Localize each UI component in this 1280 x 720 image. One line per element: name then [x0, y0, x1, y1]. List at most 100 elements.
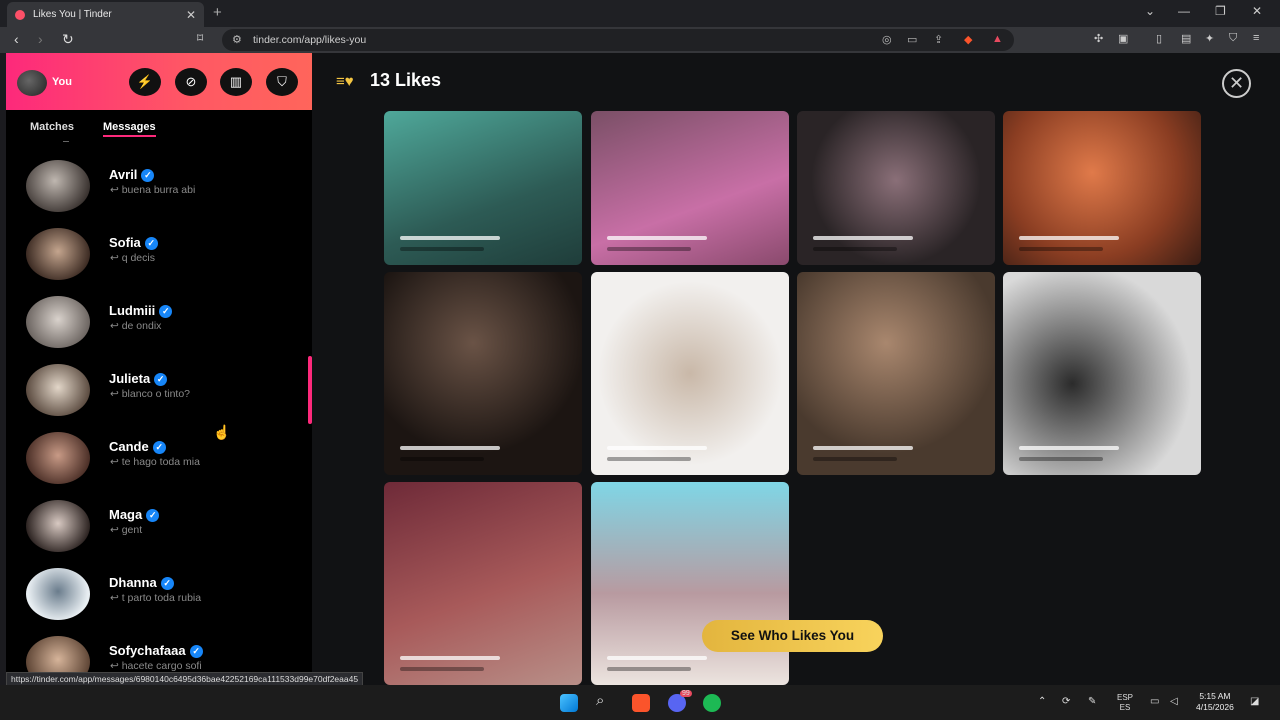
extensions-icon[interactable]: ✣: [1094, 32, 1103, 45]
reading-icon[interactable]: ▤: [1181, 32, 1191, 45]
leo-icon[interactable]: ✦: [1205, 32, 1214, 45]
like-card[interactable]: [797, 272, 995, 475]
list-item[interactable]: Dhanna ✓ ↩ t parto toda rubia: [6, 568, 306, 636]
network-icon[interactable]: ▭: [1150, 696, 1159, 707]
browser-tab-active[interactable]: Likes You | Tinder ✕: [7, 2, 204, 27]
like-card[interactable]: [797, 111, 995, 265]
last-message: ↩ gent: [110, 524, 143, 536]
tray-chevron-icon[interactable]: ⌃: [1038, 696, 1046, 707]
verified-icon: ✓: [152, 441, 166, 454]
browser-tabbar: Likes You | Tinder ✕ + ⌄ — ❐ ✕: [0, 0, 1280, 27]
tab-matches[interactable]: Matches: [30, 121, 74, 133]
minimize-icon[interactable]: —: [1178, 4, 1190, 18]
close-window-icon[interactable]: ✕: [1252, 4, 1262, 18]
brave-shields-icon[interactable]: ◆: [964, 33, 972, 46]
sidebar-toggle-icon[interactable]: ▯: [1156, 32, 1162, 45]
profile-label[interactable]: You: [52, 76, 72, 88]
forward-icon[interactable]: ›: [38, 31, 43, 47]
list-item[interactable]: Cande ✓ ↩ te hago toda mia: [6, 432, 306, 500]
windows-start-icon[interactable]: [560, 694, 578, 712]
spotify-icon[interactable]: [703, 694, 721, 712]
location-icon[interactable]: ◎: [882, 33, 892, 46]
divider: [63, 141, 69, 142]
like-card[interactable]: [591, 482, 789, 685]
address-bar[interactable]: ⚙ tinder.com/app/likes-you ◎ ▭ ⇪ ◆ ▲: [222, 29, 1014, 51]
back-icon[interactable]: ‹: [14, 31, 19, 47]
date: 4/15/2026: [1196, 702, 1234, 712]
language-code: ESP: [1117, 693, 1134, 702]
card-name-placeholder: [813, 236, 913, 240]
url-text[interactable]: tinder.com/app/likes-you: [253, 34, 366, 46]
pen-icon[interactable]: ✎: [1088, 696, 1096, 707]
safety-shield-icon[interactable]: ⛉: [266, 68, 298, 96]
like-card[interactable]: [591, 272, 789, 475]
match-name: Sofia ✓: [109, 235, 158, 250]
tab-search-chevron-icon[interactable]: ⌄: [1145, 4, 1155, 18]
card-name-placeholder: [607, 446, 707, 450]
last-message: ↩ t parto toda rubia: [110, 592, 202, 604]
card-info-placeholder: [607, 457, 691, 461]
avatar: [26, 160, 90, 212]
like-card[interactable]: [384, 482, 582, 685]
tinder-favicon-icon: [15, 9, 25, 20]
share-icon[interactable]: ⇪: [934, 33, 943, 46]
match-name: Avril ✓: [109, 167, 155, 182]
like-card[interactable]: [1003, 111, 1201, 265]
card-name-placeholder: [607, 656, 707, 660]
like-card[interactable]: [1003, 272, 1201, 475]
briefcase-icon[interactable]: ▥: [220, 68, 252, 96]
avatar[interactable]: [17, 70, 47, 96]
avatar: [26, 568, 90, 620]
like-card[interactable]: [384, 111, 582, 265]
avatar: [26, 500, 90, 552]
see-who-likes-you-button[interactable]: See Who Likes You: [702, 620, 883, 652]
verified-icon: ✓: [146, 509, 160, 522]
avatar: [26, 296, 90, 348]
card-info-placeholder: [607, 667, 691, 671]
explore-icon[interactable]: ⊘: [175, 68, 207, 96]
card-info-placeholder: [1019, 247, 1103, 251]
list-item[interactable]: Maga ✓ ↩ gent: [6, 500, 306, 568]
menu-icon[interactable]: ≡: [1253, 32, 1259, 44]
last-message: ↩ blanco o tinto?: [110, 388, 191, 400]
sync-icon[interactable]: ⟳: [1062, 696, 1070, 707]
maximize-icon[interactable]: ❐: [1215, 4, 1226, 18]
card-info-placeholder: [813, 247, 897, 251]
new-tab-icon[interactable]: +: [213, 4, 222, 21]
card-info-placeholder: [400, 247, 484, 251]
tab-messages[interactable]: Messages: [103, 121, 156, 137]
bookmark-icon[interactable]: ⌑: [197, 31, 203, 45]
windows-taskbar: ⌕ 99 ⌃ ⟳ ✎ ESP ES ▭ ◁ 5:15 AM 4/15/2026 ◪: [0, 685, 1280, 720]
match-name: Julieta ✓: [109, 371, 168, 386]
list-item[interactable]: Sofia ✓ ↩ q decis: [6, 228, 306, 296]
reload-icon[interactable]: ↻: [62, 31, 74, 48]
site-info-icon[interactable]: ⚙: [232, 33, 242, 46]
list-item[interactable]: Julieta ✓ ↩ blanco o tinto?: [6, 364, 306, 432]
list-item[interactable]: Avril ✓ ↩ buena burra abi: [6, 160, 306, 228]
brave-browser-icon[interactable]: [632, 694, 650, 712]
search-icon[interactable]: ⌕: [596, 692, 614, 710]
close-button[interactable]: ✕: [1222, 69, 1251, 98]
like-card[interactable]: [384, 272, 582, 475]
vpn-icon[interactable]: ⛉: [1229, 32, 1237, 45]
last-message: ↩ te hago toda mia: [110, 456, 200, 468]
card-info-placeholder: [400, 457, 484, 461]
time: 5:15 AM: [1199, 691, 1231, 701]
volume-icon[interactable]: ◁: [1170, 696, 1178, 707]
like-card[interactable]: [591, 111, 789, 265]
last-message: ↩ de ondix: [110, 320, 162, 332]
clock[interactable]: 5:15 AM 4/15/2026: [1196, 691, 1234, 713]
link-status-url: https://tinder.com/app/messages/6980140c…: [6, 672, 364, 686]
card-info-placeholder: [1019, 457, 1103, 461]
boost-icon[interactable]: ⚡: [129, 68, 161, 96]
browser-toolbar: ‹ › ↻ ⌑ ⚙ tinder.com/app/likes-you ◎ ▭ ⇪…: [0, 27, 1280, 53]
wallet-icon[interactable]: ▣: [1118, 32, 1128, 45]
cast-icon[interactable]: ▭: [907, 33, 917, 46]
notifications-icon[interactable]: ◪: [1250, 696, 1259, 707]
brave-rewards-icon[interactable]: ▲: [992, 33, 1003, 45]
likes-hand-icon: ≡♥: [336, 73, 354, 90]
list-item[interactable]: Ludmiii ✓ ↩ de ondix: [6, 296, 306, 364]
last-message: ↩ q decis: [110, 252, 155, 264]
tab-close-icon[interactable]: ✕: [186, 8, 196, 22]
language-indicator[interactable]: ESP ES: [1117, 693, 1133, 713]
